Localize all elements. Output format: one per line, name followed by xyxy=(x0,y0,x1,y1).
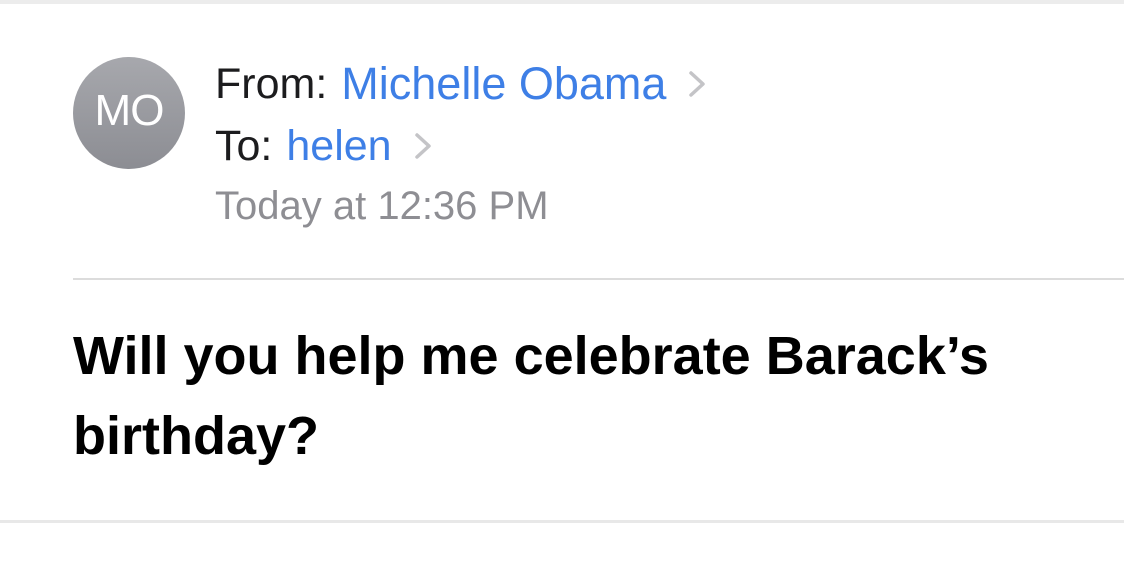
avatar[interactable]: MO xyxy=(73,57,185,169)
sender-name-link[interactable]: Michelle Obama xyxy=(341,58,666,110)
header-divider xyxy=(73,278,1124,280)
date-row: Today at 12:36 PM xyxy=(215,178,549,234)
message-date: Today at 12:36 PM xyxy=(215,183,549,228)
chevron-right-icon[interactable] xyxy=(412,131,436,161)
avatar-initials: MO xyxy=(94,86,165,135)
chevron-right-icon[interactable] xyxy=(686,69,710,99)
recipient-name-link[interactable]: helen xyxy=(286,122,391,171)
bottom-divider xyxy=(0,520,1124,523)
from-label: From: xyxy=(215,59,328,108)
top-divider xyxy=(0,0,1124,4)
to-row[interactable]: To: helen xyxy=(215,117,436,175)
from-row[interactable]: From: Michelle Obama xyxy=(215,54,710,114)
message-subject: Will you help me celebrate Barack’s birt… xyxy=(73,326,989,466)
to-label: To: xyxy=(215,121,273,170)
